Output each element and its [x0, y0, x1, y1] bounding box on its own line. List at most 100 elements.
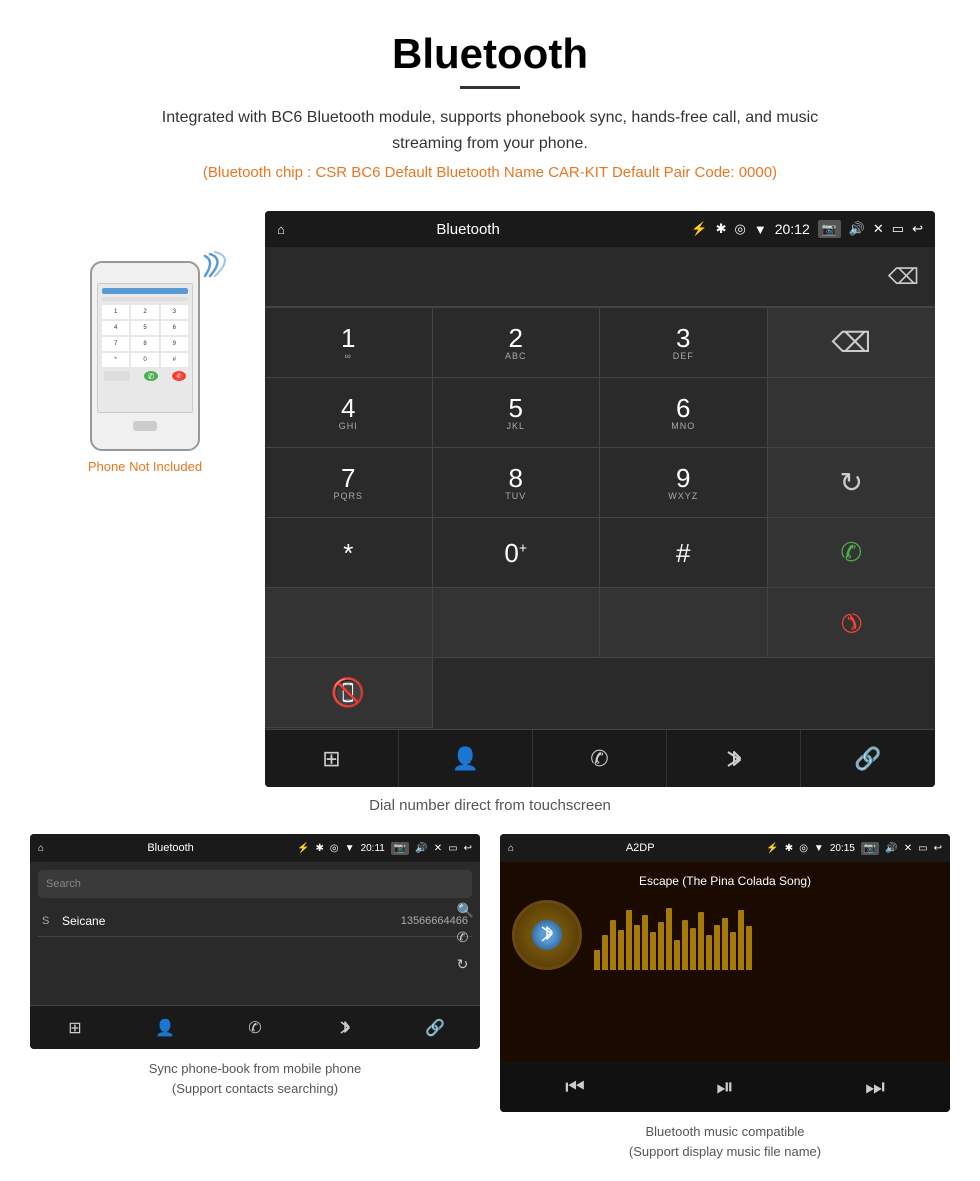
music-time: 20:15: [830, 843, 855, 854]
dial-key-6[interactable]: 6 MNO: [600, 378, 768, 448]
phonebook-item: ⌂ Bluetooth ⚡ ✱ ◎ ▼ 20:11 📷 🔊 ✕ ▭ ↩ Sear…: [30, 834, 480, 1161]
dial-wifi-icon: ▼: [754, 222, 767, 237]
music-song-title: Escape (The Pina Colada Song): [512, 874, 938, 888]
music-item: ⌂ A2DP ⚡ ✱ ◎ ▼ 20:15 📷 🔊 ✕ ▭ ↩ Escape (T…: [500, 834, 950, 1161]
phonebook-caption: Sync phone-book from mobile phone (Suppo…: [149, 1059, 361, 1098]
music-vol-icon: 🔊: [885, 843, 897, 854]
pb-nav-bt[interactable]: [300, 1006, 390, 1049]
dial-backspace-button[interactable]: ⌫: [888, 264, 919, 290]
phone-home-button: [133, 421, 157, 431]
phonebook-bottom-nav: ⊞ 👤 ✆ 🔗: [30, 1005, 480, 1049]
dial-key-hash[interactable]: #: [600, 518, 768, 588]
nav-dialpad-icon[interactable]: ⊞: [265, 730, 399, 787]
viz-bar: [626, 910, 632, 970]
dial-key-hangup[interactable]: ✆: [768, 588, 936, 658]
viz-bar: [730, 932, 736, 970]
pb-nav-phone[interactable]: ✆: [210, 1006, 300, 1049]
dial-key-0[interactable]: 0+: [433, 518, 601, 588]
music-play-pause-button[interactable]: ⏯: [650, 1062, 800, 1112]
viz-bar: [642, 915, 648, 970]
dial-key-8[interactable]: 8 TUV: [433, 448, 601, 518]
nav-bluetooth-icon[interactable]: [667, 730, 801, 787]
dial-home-icon: ⌂: [277, 222, 285, 237]
dial-bt-icon: ✱: [716, 221, 727, 237]
phonebook-status-bar: ⌂ Bluetooth ⚡ ✱ ◎ ▼ 20:11 📷 🔊 ✕ ▭ ↩: [30, 834, 480, 862]
dial-key-call[interactable]: ✆: [768, 518, 936, 588]
phonebook-search-bar[interactable]: Search: [38, 870, 472, 898]
dial-key-reload[interactable]: ↻: [768, 448, 936, 518]
viz-bar: [666, 908, 672, 970]
music-controls: ⏮ ⏯ ⏭: [500, 1062, 950, 1112]
pb-time: 20:11: [361, 843, 385, 854]
music-usb-icon: ⚡: [766, 843, 778, 854]
pb-side-phone-icon[interactable]: ✆: [457, 929, 474, 946]
pb-home-icon: ⌂: [38, 843, 44, 854]
nav-contacts-icon[interactable]: 👤: [399, 730, 533, 787]
nav-link-icon[interactable]: 🔗: [801, 730, 935, 787]
dial-fill-0: [265, 588, 433, 658]
dial-key-9[interactable]: 9 WXYZ: [600, 448, 768, 518]
call-icon: ✆: [840, 537, 862, 568]
pb-usb-icon: ⚡: [297, 843, 309, 854]
phonebook-content: Search S Seicane 13566664466 🔍 ✆ ↻: [30, 862, 480, 1005]
pb-nav-contacts[interactable]: 👤: [120, 1006, 210, 1049]
pb-x-icon: ✕: [434, 843, 442, 854]
dial-key-1[interactable]: 1 ∞: [265, 308, 433, 378]
pb-back-icon: ↩: [464, 843, 472, 854]
dial-key-5[interactable]: 5 JKL: [433, 378, 601, 448]
pb-side-reload-icon[interactable]: ↻: [457, 956, 474, 973]
viz-bar: [682, 920, 688, 970]
viz-bar: [738, 910, 744, 970]
dial-close-icon: ✕: [873, 221, 884, 237]
pb-loc-icon: ◎: [330, 843, 339, 854]
dial-fill-1: [433, 588, 601, 658]
dial-time: 20:12: [775, 221, 810, 237]
pb-wifi-icon: ▼: [345, 843, 355, 854]
pb-nav-dialpad[interactable]: ⊞: [30, 1006, 120, 1049]
dial-bottom-nav: ⊞ 👤 ✆ 🔗: [265, 729, 935, 787]
dial-key-hangup[interactable]: 📵: [265, 658, 433, 728]
dial-key-backspace-cell[interactable]: ⌫: [768, 308, 936, 378]
phone-illustration-container: 123 456 789 *0# ✆ ✆ Phone Not I: [45, 211, 245, 474]
pb-vol-icon: 🔊: [415, 843, 427, 854]
dial-caption: Dial number direct from touchscreen: [0, 797, 980, 814]
nav-phone-icon[interactable]: ✆: [533, 730, 667, 787]
viz-bar: [690, 928, 696, 970]
dial-volume-icon: 🔊: [849, 221, 865, 237]
pb-title: Bluetooth: [50, 842, 291, 854]
dial-screen: ⌂ Bluetooth ⚡ ✱ ◎ ▼ 20:12 📷 🔊 ✕ ▭ ↩ ⌫ 1 …: [265, 211, 935, 787]
dial-key-star[interactable]: *: [265, 518, 433, 588]
viz-bar: [698, 912, 704, 970]
viz-bar: [722, 918, 728, 970]
music-visualizer: [594, 900, 938, 970]
dial-keypad: 1 ∞ 2 ABC 3 DEF ⌫ 4 GHI 5 JKL: [265, 307, 935, 728]
viz-bar: [618, 930, 624, 970]
music-loc-icon: ◎: [799, 843, 808, 854]
pb-nav-link[interactable]: 🔗: [390, 1006, 480, 1049]
music-prev-button[interactable]: ⏮: [500, 1062, 650, 1112]
dial-key-7[interactable]: 7 PQRS: [265, 448, 433, 518]
dial-usb-icon: ⚡: [691, 221, 707, 237]
pb-side-search-icon[interactable]: 🔍: [457, 902, 474, 919]
dial-key-2[interactable]: 2 ABC: [433, 308, 601, 378]
music-home-icon: ⌂: [508, 843, 514, 854]
dial-display: ⌫: [265, 247, 935, 307]
music-next-button[interactable]: ⏭: [800, 1062, 950, 1112]
phonebook-side-buttons: 🔍 ✆ ↻: [457, 902, 474, 973]
viz-bar: [602, 935, 608, 970]
title-underline: [460, 86, 520, 89]
dial-key-4[interactable]: 4 GHI: [265, 378, 433, 448]
music-status-bar: ⌂ A2DP ⚡ ✱ ◎ ▼ 20:15 📷 🔊 ✕ ▭ ↩: [500, 834, 950, 862]
music-win-icon: ▭: [918, 843, 927, 854]
pb-win-icon: ▭: [448, 843, 457, 854]
dial-back-icon: ↩: [912, 221, 923, 237]
music-cam-icon: 📷: [861, 842, 879, 855]
dial-key-3[interactable]: 3 DEF: [600, 308, 768, 378]
dial-window-icon: ▭: [892, 221, 904, 237]
pb-cam-icon: 📷: [391, 842, 409, 855]
viz-bar: [610, 920, 616, 970]
phone-screen: 123 456 789 *0# ✆ ✆: [97, 283, 193, 413]
page-title: Bluetooth: [20, 30, 960, 78]
music-title-bar: A2DP: [520, 842, 760, 854]
search-placeholder: Search: [46, 878, 81, 890]
